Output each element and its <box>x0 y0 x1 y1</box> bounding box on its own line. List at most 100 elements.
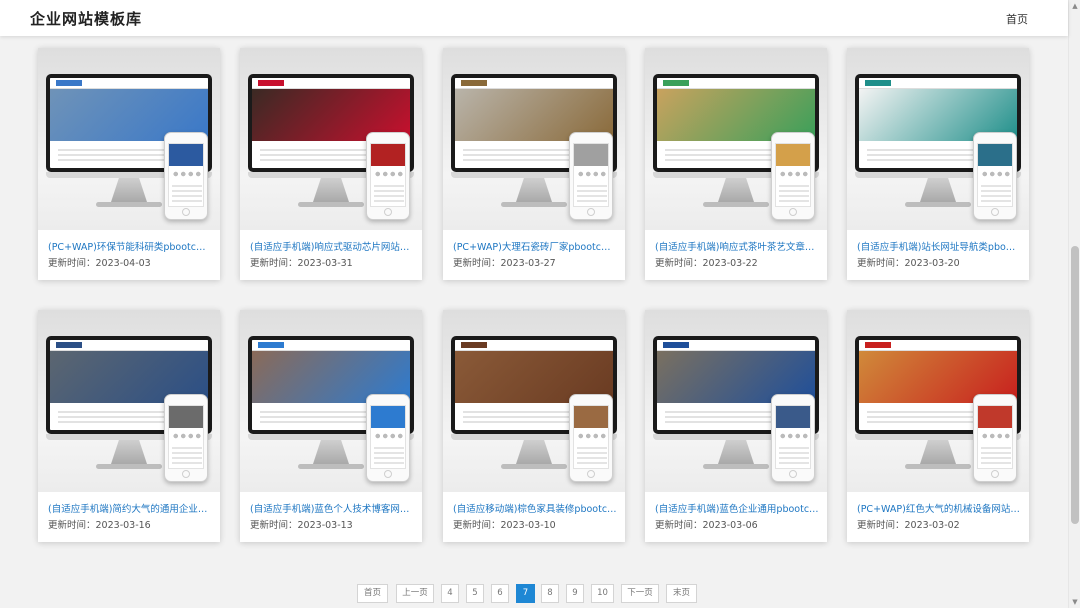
page-number-button[interactable]: 6 <box>491 584 509 603</box>
template-title-link[interactable]: (PC+WAP)红色大气的机械设备网站pboo... <box>857 501 1021 515</box>
template-thumbnail[interactable] <box>240 48 422 230</box>
mobile-site-preview <box>573 405 609 469</box>
phone-home-button-icon <box>991 470 999 478</box>
page-first-button[interactable]: 首页 <box>357 584 388 603</box>
phone-home-button-icon <box>587 208 595 216</box>
phone-home-button-icon <box>789 470 797 478</box>
phone-preview <box>569 394 613 482</box>
phone-preview <box>771 394 815 482</box>
template-card[interactable]: (自适应手机端)站长网址导航类pbootcms... 更新时间：2023-03-2… <box>847 48 1029 280</box>
page-prev-button[interactable]: 上一页 <box>396 584 434 603</box>
phone-home-button-icon <box>182 208 190 216</box>
template-card[interactable]: (自适应手机端)蓝色企业通用pbootcms网... 更新时间：2023-03-0… <box>645 310 827 542</box>
update-date-label: 更新时间： <box>48 520 96 531</box>
template-title-link[interactable]: (PC+WAP)环保节能科研类pbootcms网... <box>48 239 212 253</box>
update-date-value: 2023-03-06 <box>702 520 758 531</box>
template-title-link[interactable]: (自适应手机端)简约大气的通用企业网站p... <box>48 501 212 515</box>
update-date-value: 2023-03-27 <box>500 258 556 269</box>
template-card[interactable]: (PC+WAP)环保节能科研类pbootcms网... 更新时间：2023-04-… <box>38 48 220 280</box>
template-thumbnail[interactable] <box>847 310 1029 492</box>
mobile-site-preview <box>370 143 406 207</box>
update-date-value: 2023-03-20 <box>904 258 960 269</box>
update-date-value: 2023-03-10 <box>500 520 556 531</box>
template-thumbnail[interactable] <box>645 310 827 492</box>
update-date: 更新时间：2023-03-16 <box>48 517 151 531</box>
update-date: 更新时间：2023-03-27 <box>453 255 556 269</box>
monitor-stand <box>313 178 349 202</box>
site-header: 企业网站模板库 首页 <box>0 0 1068 36</box>
page-next-button[interactable]: 下一页 <box>621 584 659 603</box>
update-date-label: 更新时间： <box>655 520 703 531</box>
page-last-button[interactable]: 末页 <box>666 584 697 603</box>
page-number-button[interactable]: 9 <box>566 584 584 603</box>
page-number-button[interactable]: 8 <box>541 584 559 603</box>
phone-home-button-icon <box>789 208 797 216</box>
update-date-label: 更新时间： <box>857 520 905 531</box>
template-thumbnail[interactable] <box>38 310 220 492</box>
phone-home-button-icon <box>587 470 595 478</box>
template-thumbnail[interactable] <box>443 310 625 492</box>
template-thumbnail[interactable] <box>645 48 827 230</box>
page-number-button[interactable]: 4 <box>441 584 459 603</box>
update-date-label: 更新时间： <box>48 258 96 269</box>
page-number-button[interactable]: 10 <box>591 584 614 603</box>
update-date-label: 更新时间： <box>655 258 703 269</box>
monitor-stand <box>920 178 956 202</box>
template-title-link[interactable]: (自适应手机端)蓝色企业通用pbootcms网... <box>655 501 819 515</box>
phone-preview <box>569 132 613 220</box>
template-title-link[interactable]: (PC+WAP)大理石瓷砖厂家pbootcms网... <box>453 239 617 253</box>
scroll-up-icon[interactable]: ▲ <box>1071 2 1079 10</box>
scroll-down-icon[interactable]: ▼ <box>1071 598 1079 606</box>
update-date: 更新时间：2023-03-13 <box>250 517 353 531</box>
template-card[interactable]: (自适应手机端)蓝色个人技术博客网站pbo... 更新时间：2023-03-13 <box>240 310 422 542</box>
phone-home-button-icon <box>991 208 999 216</box>
page-number-button-current[interactable]: 7 <box>516 584 535 603</box>
update-date-label: 更新时间： <box>250 258 298 269</box>
update-date-label: 更新时间： <box>250 520 298 531</box>
template-card[interactable]: (自适应手机端)简约大气的通用企业网站p... 更新时间：2023-03-16 <box>38 310 220 542</box>
template-thumbnail[interactable] <box>847 48 1029 230</box>
monitor-stand <box>111 178 147 202</box>
update-date-label: 更新时间： <box>453 520 501 531</box>
update-date-value: 2023-03-31 <box>297 258 353 269</box>
template-thumbnail[interactable] <box>240 310 422 492</box>
monitor-stand <box>111 440 147 464</box>
update-date-value: 2023-03-02 <box>904 520 960 531</box>
nav-home-link[interactable]: 首页 <box>1006 11 1028 27</box>
template-title-link[interactable]: (自适应手机端)蓝色个人技术博客网站pbo... <box>250 501 414 515</box>
scroll-thumb[interactable] <box>1071 246 1079 524</box>
mobile-site-preview <box>775 405 811 469</box>
phone-preview <box>973 394 1017 482</box>
page-number-button[interactable]: 5 <box>466 584 484 603</box>
template-title-link[interactable]: (自适应手机端)站长网址导航类pbootcms... <box>857 239 1021 253</box>
mobile-site-preview <box>977 405 1013 469</box>
update-date-value: 2023-03-22 <box>702 258 758 269</box>
template-card[interactable]: (自适应手机端)响应式驱动芯片网站pboot... 更新时间：2023-03-31 <box>240 48 422 280</box>
template-card[interactable]: (自适应手机端)响应式茶叶茶艺文章类网... 更新时间：2023-03-22 <box>645 48 827 280</box>
update-date-value: 2023-03-13 <box>297 520 353 531</box>
monitor-stand <box>920 440 956 464</box>
mobile-site-preview <box>168 405 204 469</box>
template-title-link[interactable]: (自适应手机端)响应式茶叶茶艺文章类网... <box>655 239 819 253</box>
template-card[interactable]: (PC+WAP)红色大气的机械设备网站pboo... 更新时间：2023-03-0… <box>847 310 1029 542</box>
template-card[interactable]: (PC+WAP)大理石瓷砖厂家pbootcms网... 更新时间：2023-03-… <box>443 48 625 280</box>
monitor-stand <box>516 440 552 464</box>
scrollbar[interactable]: ▲ ▼ <box>1068 0 1080 608</box>
template-card[interactable]: (自适应移动端)棕色家具装修pbootcms网... 更新时间：2023-03-1… <box>443 310 625 542</box>
template-title-link[interactable]: (自适应移动端)棕色家具装修pbootcms网... <box>453 501 617 515</box>
template-thumbnail[interactable] <box>443 48 625 230</box>
phone-preview <box>366 394 410 482</box>
update-date: 更新时间：2023-03-10 <box>453 517 556 531</box>
update-date-label: 更新时间： <box>453 258 501 269</box>
site-title: 企业网站模板库 <box>30 10 143 28</box>
update-date: 更新时间：2023-04-03 <box>48 255 151 269</box>
phone-preview <box>164 394 208 482</box>
phone-home-button-icon <box>384 470 392 478</box>
phone-preview <box>973 132 1017 220</box>
update-date: 更新时间：2023-03-02 <box>857 517 960 531</box>
template-title-link[interactable]: (自适应手机端)响应式驱动芯片网站pboot... <box>250 239 414 253</box>
mobile-site-preview <box>775 143 811 207</box>
phone-preview <box>771 132 815 220</box>
update-date: 更新时间：2023-03-22 <box>655 255 758 269</box>
template-thumbnail[interactable] <box>38 48 220 230</box>
